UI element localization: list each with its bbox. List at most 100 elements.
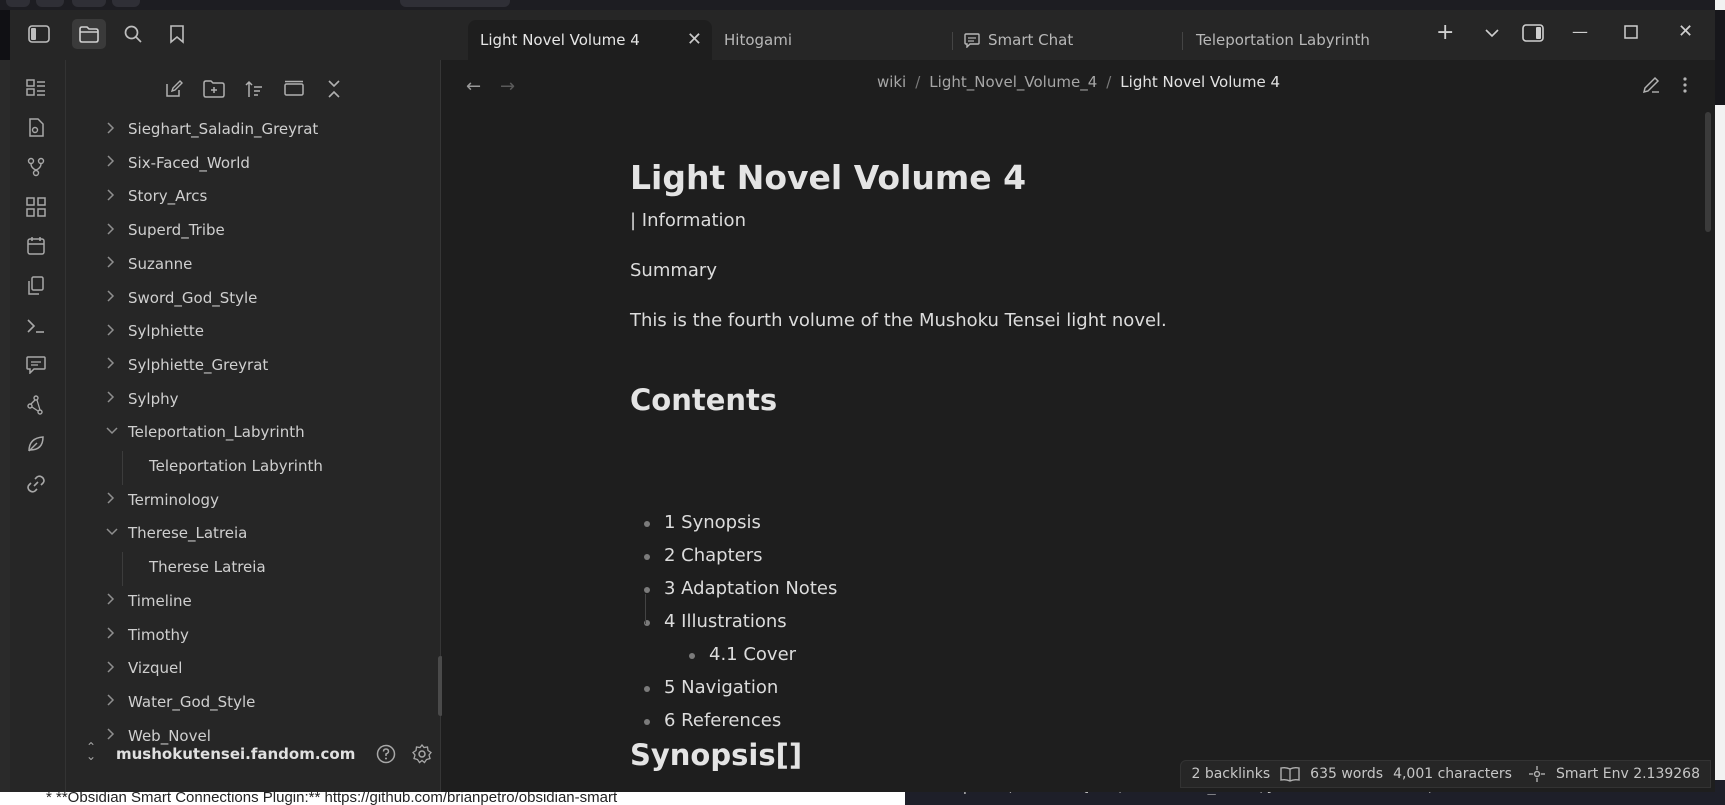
- file-tree-folder[interactable]: Timeline: [66, 586, 436, 616]
- chevron-right-icon[interactable]: [106, 290, 118, 305]
- smart-env-icon[interactable]: [1528, 765, 1546, 783]
- background-window-left: [0, 60, 10, 805]
- tab-label: Hitogami: [724, 31, 792, 49]
- chevron-right-icon[interactable]: [106, 391, 118, 406]
- maximize-icon[interactable]: [1624, 24, 1638, 43]
- sidebar-toggle-icon[interactable]: [22, 19, 56, 49]
- help-icon[interactable]: [374, 742, 398, 766]
- dashboard-icon[interactable]: [24, 76, 48, 100]
- file-tree-folder[interactable]: Story_Arcs: [66, 181, 436, 211]
- edit-pencil-icon[interactable]: [1642, 76, 1660, 98]
- file-tree-folder[interactable]: Terminology: [66, 485, 436, 515]
- breadcrumb-root[interactable]: wiki: [877, 73, 906, 91]
- toc-link[interactable]: 2 Chapters: [644, 545, 763, 566]
- file-tree-folder[interactable]: Superd_Tribe: [66, 215, 436, 245]
- graph-icon[interactable]: [24, 393, 48, 417]
- chevron-right-icon[interactable]: [106, 661, 118, 676]
- tab-teleportation-labyrinth[interactable]: Teleportation Labyrinth: [1184, 20, 1420, 60]
- chevron-right-icon[interactable]: [106, 492, 118, 507]
- backlinks-count[interactable]: 2 backlinks: [1191, 766, 1270, 782]
- file-tree-folder[interactable]: Six-Faced_World: [66, 148, 436, 178]
- auto-reveal-icon[interactable]: [281, 76, 307, 102]
- tab-label: Teleportation Labyrinth: [1196, 31, 1370, 49]
- vault-switcher: ⌃ ⌄ mushokutensei.fandom.com: [66, 725, 441, 785]
- vault-switch-icon[interactable]: ⌃ ⌄: [86, 741, 96, 762]
- file-explorer: Sieghart_Saladin_Greyrat Six-Faced_World S…: [66, 60, 443, 792]
- chevron-right-icon[interactable]: [106, 121, 118, 137]
- book-open-icon[interactable]: [1280, 766, 1300, 782]
- chevron-down-icon[interactable]: [1484, 24, 1500, 43]
- file-tree-folder[interactable]: Suzanne: [66, 249, 436, 279]
- contents-heading: Contents: [630, 383, 778, 417]
- toc-link[interactable]: 5 Navigation: [644, 677, 778, 698]
- chevron-right-icon[interactable]: [106, 357, 118, 372]
- file-tree-folder[interactable]: Sylphiette_Greyrat: [66, 350, 436, 380]
- leaf-icon[interactable]: [24, 432, 48, 456]
- right-sidebar-toggle-icon[interactable]: [1522, 24, 1544, 46]
- file-tree-folder[interactable]: Vizquel: [66, 653, 436, 683]
- sort-icon[interactable]: [241, 76, 267, 102]
- bullet-point: [644, 587, 650, 593]
- chevron-down-icon[interactable]: [106, 527, 118, 540]
- tab-hitogami[interactable]: Hitogami: [712, 20, 952, 60]
- file-tree-folder[interactable]: Sword_God_Style: [66, 283, 436, 313]
- tab-light-novel-volume-4[interactable]: Light Novel Volume 4 ✕: [468, 20, 712, 60]
- chevron-right-icon[interactable]: [106, 223, 118, 238]
- chevron-right-icon[interactable]: [106, 627, 118, 642]
- toc-link[interactable]: 4 Illustrations: [644, 611, 787, 632]
- new-tab-icon[interactable]: +: [1436, 20, 1454, 45]
- file-tree-folder[interactable]: Timothy: [66, 620, 436, 650]
- file-tree-folder[interactable]: Water_God_Style: [66, 687, 436, 717]
- folder-icon[interactable]: [72, 19, 106, 49]
- file-tree-folder[interactable]: Sylphy: [66, 384, 436, 414]
- breadcrumb-current[interactable]: Light Novel Volume 4: [1120, 73, 1280, 91]
- smart-env-status[interactable]: Smart Env 2.139268: [1556, 766, 1700, 782]
- file-tree-label: Sword_God_Style: [128, 288, 258, 307]
- toc-link[interactable]: 3 Adaptation Notes: [644, 578, 837, 599]
- link-icon[interactable]: [24, 472, 48, 496]
- toc-link[interactable]: 1 Synopsis: [644, 512, 761, 533]
- chevron-right-icon[interactable]: [106, 189, 118, 204]
- chat-icon[interactable]: [24, 353, 48, 377]
- file-tree-folder[interactable]: Teleportation_Labyrinth: [66, 417, 436, 447]
- terminal-icon[interactable]: [24, 314, 48, 338]
- search-icon[interactable]: [116, 19, 150, 49]
- bullet-point: [689, 653, 695, 659]
- file-tree-label: Sylphiette: [128, 322, 204, 341]
- collapse-all-icon[interactable]: [321, 76, 347, 102]
- new-folder-icon[interactable]: [201, 76, 227, 102]
- file-tree-folder[interactable]: Sieghart_Saladin_Greyrat: [66, 114, 436, 144]
- bookmark-icon[interactable]: [160, 19, 194, 49]
- breadcrumb-folder[interactable]: Light_Novel_Volume_4: [929, 73, 1097, 91]
- file-tree-folder[interactable]: Therese_Latreia: [66, 518, 436, 548]
- minimize-icon[interactable]: —: [1572, 22, 1588, 41]
- file-search-icon[interactable]: [24, 116, 48, 140]
- breadcrumb: wiki / Light_Novel_Volume_4 / Light Nove…: [876, 73, 1281, 91]
- git-branch-icon[interactable]: [24, 155, 48, 179]
- window-close-icon[interactable]: ✕: [1678, 21, 1693, 42]
- chevron-right-icon[interactable]: [106, 256, 118, 271]
- file-tree-folder[interactable]: Sylphiette: [66, 316, 436, 346]
- toc-link[interactable]: 6 References: [644, 710, 781, 731]
- apps-grid-icon[interactable]: [24, 195, 48, 219]
- toc-link[interactable]: 4.1 Cover: [689, 644, 796, 665]
- new-note-icon[interactable]: [161, 76, 187, 102]
- copy-icon[interactable]: [24, 274, 48, 298]
- file-tree-file[interactable]: Therese Latreia: [66, 552, 436, 586]
- chevron-right-icon[interactable]: [106, 324, 118, 339]
- calendar-icon[interactable]: [24, 234, 48, 258]
- chevron-right-icon[interactable]: [106, 694, 118, 709]
- editor-scrollbar[interactable]: [1705, 112, 1711, 232]
- chevron-right-icon[interactable]: [106, 155, 118, 170]
- chevron-down-icon[interactable]: [106, 426, 118, 439]
- synopsis-heading: Synopsis[]: [630, 738, 803, 772]
- vault-name[interactable]: mushokutensei.fandom.com: [116, 745, 355, 763]
- more-options-icon[interactable]: [1682, 76, 1688, 98]
- settings-gear-icon[interactable]: [410, 742, 434, 766]
- chevron-right-icon[interactable]: [106, 593, 118, 608]
- file-tree-label: Therese_Latreia: [128, 524, 248, 543]
- file-tree-file[interactable]: Teleportation Labyrinth: [66, 451, 436, 485]
- tab-smart-chat[interactable]: Smart Chat: [952, 20, 1182, 60]
- file-tree-label: Superd_Tribe: [128, 221, 225, 240]
- close-icon[interactable]: ✕: [687, 29, 702, 50]
